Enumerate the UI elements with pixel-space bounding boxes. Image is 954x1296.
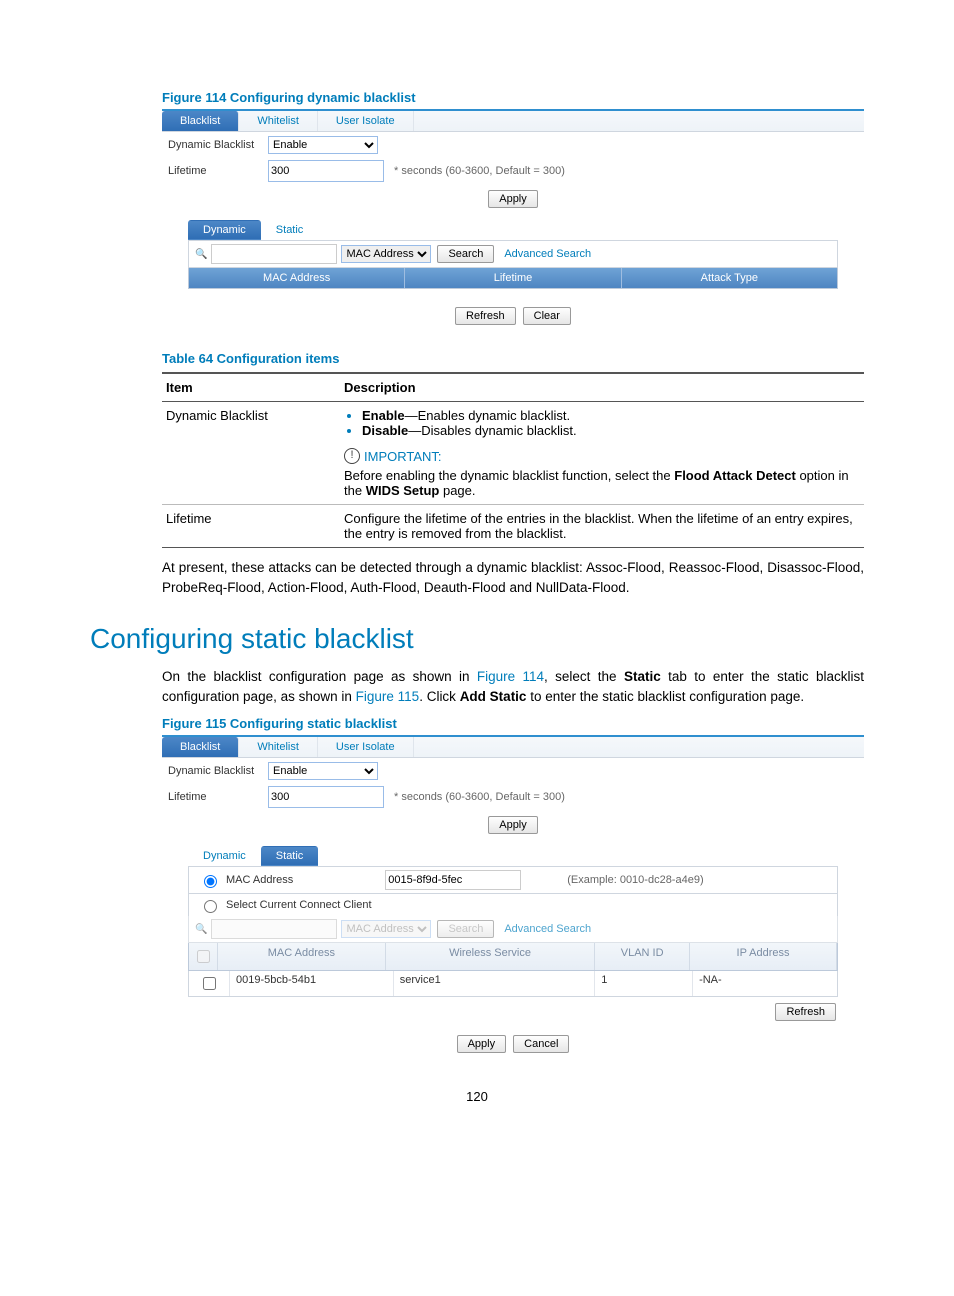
apply-button[interactable]: Apply — [488, 190, 538, 208]
apply-button-3[interactable]: Apply — [457, 1035, 507, 1053]
td-dynamic-desc: Enable—Enables dynamic blacklist. Disabl… — [340, 402, 864, 505]
input-mac-address[interactable] — [385, 870, 521, 890]
cancel-button[interactable]: Cancel — [513, 1035, 569, 1053]
td-lifetime: Lifetime — [162, 505, 340, 548]
page-number: 120 — [90, 1089, 864, 1104]
search-input[interactable] — [211, 244, 337, 264]
table-64: Item Description Dynamic Blacklist Enabl… — [162, 372, 864, 548]
tab-whitelist[interactable]: Whitelist — [239, 111, 318, 131]
tab-blacklist-2[interactable]: Blacklist — [162, 737, 239, 757]
advanced-search-link-2[interactable]: Advanced Search — [504, 923, 591, 935]
search-button[interactable]: Search — [437, 245, 494, 263]
col-lifetime: Lifetime — [405, 268, 621, 288]
col-attack: Attack Type — [622, 268, 837, 288]
figure-114-screenshot: Blacklist Whitelist User Isolate Dynamic… — [162, 109, 864, 331]
radio-select-client-label: Select Current Connect Client — [226, 899, 372, 911]
hint-lifetime-2: * seconds (60-3600, Default = 300) — [394, 791, 565, 803]
table-row: 0019-5bcb-54b1 service1 1 -NA- — [188, 971, 838, 997]
input-lifetime-2[interactable] — [268, 786, 384, 808]
label-dynamic-blacklist: Dynamic Blacklist — [168, 139, 268, 151]
col-mac-2: MAC Address — [218, 943, 386, 970]
input-lifetime[interactable] — [268, 160, 384, 182]
refresh-button-2[interactable]: Refresh — [775, 1003, 836, 1021]
figure-114-caption: Figure 114 Configuring dynamic blacklist — [162, 90, 864, 105]
td-dynamic-blacklist: Dynamic Blacklist — [162, 402, 340, 505]
radio-select-client[interactable] — [204, 900, 217, 913]
table-64-caption: Table 64 Configuration items — [162, 351, 864, 366]
th-item: Item — [162, 373, 340, 402]
col-vlan-id: VLAN ID — [595, 943, 690, 970]
tab-blacklist[interactable]: Blacklist — [162, 111, 239, 131]
col-mac: MAC Address — [189, 268, 405, 288]
figure-115-caption: Figure 115 Configuring static blacklist — [162, 716, 864, 731]
tab-whitelist-2[interactable]: Whitelist — [239, 737, 318, 757]
search-input-2 — [211, 919, 337, 939]
col-checkbox — [189, 943, 218, 970]
select-dynamic-blacklist-2[interactable]: Enable — [268, 762, 378, 780]
tab-userisolate-2[interactable]: User Isolate — [318, 737, 414, 757]
subtab-dynamic[interactable]: Dynamic — [188, 220, 261, 240]
mac-example: (Example: 0010-dc28-a4e9) — [567, 874, 703, 886]
figure-115-screenshot: Blacklist Whitelist User Isolate Dynamic… — [162, 735, 864, 1059]
row-checkbox[interactable] — [203, 977, 216, 990]
label-dynamic-blacklist-2: Dynamic Blacklist — [168, 765, 268, 777]
search-field-select-2: MAC Address — [341, 920, 431, 938]
label-lifetime-2: Lifetime — [168, 791, 268, 803]
important-icon: ! IMPORTANT: — [344, 448, 442, 464]
tab-userisolate[interactable]: User Isolate — [318, 111, 414, 131]
search-field-select[interactable]: MAC Address — [341, 245, 431, 263]
subtab-static-2[interactable]: Static — [261, 846, 319, 866]
radio-mac-label: MAC Address — [226, 874, 293, 886]
radio-mac-address[interactable] — [204, 875, 217, 888]
col-ip-address: IP Address — [690, 943, 837, 970]
search-icon — [195, 248, 207, 260]
paragraph-attacks: At present, these attacks can be detecte… — [162, 558, 864, 597]
label-lifetime: Lifetime — [168, 165, 268, 177]
td-lifetime-desc: Configure the lifetime of the entries in… — [340, 505, 864, 548]
select-dynamic-blacklist[interactable]: Enable — [268, 136, 378, 154]
subtab-dynamic-2[interactable]: Dynamic — [188, 846, 261, 866]
clear-button[interactable]: Clear — [523, 307, 571, 325]
subtab-static[interactable]: Static — [261, 220, 319, 240]
advanced-search-link[interactable]: Advanced Search — [504, 248, 591, 260]
search-button-2: Search — [437, 920, 494, 938]
refresh-button[interactable]: Refresh — [455, 307, 516, 325]
hint-lifetime: * seconds (60-3600, Default = 300) — [394, 165, 565, 177]
heading-configuring-static-blacklist: Configuring static blacklist — [90, 623, 864, 655]
search-icon-2 — [195, 923, 207, 935]
col-wireless-service: Wireless Service — [386, 943, 595, 970]
apply-button-2[interactable]: Apply — [488, 816, 538, 834]
paragraph-static-intro: On the blacklist configuration page as s… — [162, 667, 864, 706]
th-description: Description — [340, 373, 864, 402]
